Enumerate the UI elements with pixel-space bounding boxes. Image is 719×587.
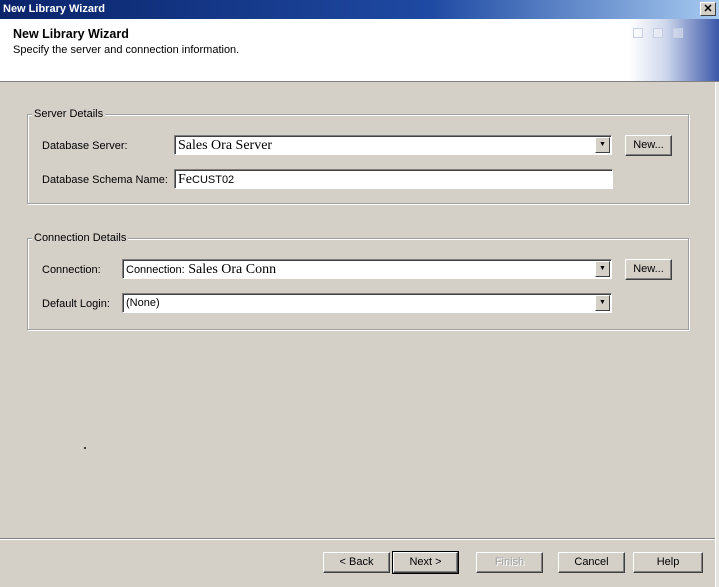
banner-square-icon	[633, 28, 643, 38]
schema-name-value: FeCUST02	[178, 172, 234, 188]
chevron-down-icon[interactable]: ▼	[595, 137, 610, 153]
cancel-button[interactable]: Cancel	[558, 552, 625, 573]
default-login-label: Default Login:	[42, 298, 110, 310]
chevron-down-icon[interactable]: ▼	[595, 295, 610, 311]
new-server-button[interactable]: New...	[625, 135, 672, 156]
connection-details-group: Connection Details	[27, 232, 689, 330]
next-button[interactable]: Next >	[392, 551, 459, 574]
connection-label: Connection:	[42, 264, 101, 276]
window-edge	[715, 82, 719, 587]
wizard-header-subtitle: Specify the server and connection inform…	[13, 44, 240, 56]
schema-name-field[interactable]: FeCUST02	[174, 169, 613, 189]
schema-name-label: Database Schema Name:	[42, 174, 168, 186]
finish-button[interactable]: Finish	[476, 552, 543, 573]
banner-square-icon	[673, 28, 683, 38]
schema-name-value-small: CUST02	[192, 174, 235, 186]
connection-value: Connection: Sales Ora Conn	[126, 262, 276, 278]
footer-separator	[0, 538, 715, 540]
banner-square-icon	[653, 28, 663, 38]
header-banner-graphic	[629, 19, 719, 81]
database-server-value: Sales Ora Server	[178, 138, 273, 153]
connection-details-legend: Connection Details	[32, 232, 129, 244]
stray-dot	[84, 447, 86, 449]
server-details-legend: Server Details	[32, 108, 106, 120]
back-button[interactable]: < Back	[323, 552, 390, 573]
title-bar: New Library Wizard ✕	[0, 0, 719, 19]
help-button[interactable]: Help	[633, 552, 703, 573]
new-connection-button[interactable]: New...	[625, 259, 672, 280]
window-title: New Library Wizard	[3, 3, 105, 15]
database-server-select[interactable]: Sales Ora Server ▼	[174, 135, 612, 155]
wizard-header-title: New Library Wizard	[13, 27, 129, 41]
connection-select[interactable]: Connection: Sales Ora Conn ▼	[122, 259, 612, 279]
default-login-select[interactable]: (None) ▼	[122, 293, 612, 313]
wizard-header: New Library Wizard Specify the server an…	[0, 19, 719, 82]
close-icon[interactable]: ✕	[700, 2, 716, 16]
connection-value-name: Sales Ora Conn	[188, 262, 277, 277]
schema-name-value-large: Fe	[178, 172, 192, 187]
server-details-group: Server Details	[27, 108, 689, 204]
default-login-value: (None)	[126, 297, 160, 309]
connection-value-prefix: Connection:	[126, 264, 185, 276]
database-server-label: Database Server:	[42, 140, 128, 152]
chevron-down-icon[interactable]: ▼	[595, 261, 610, 277]
